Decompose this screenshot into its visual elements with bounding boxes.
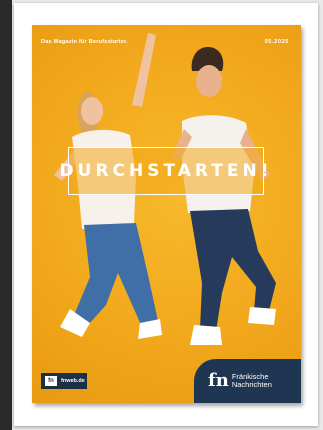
- man-figure: [172, 47, 276, 345]
- cover-tagline: Das Magazin für Berufsstarter.: [41, 39, 128, 45]
- issue-number: 05.2025: [264, 39, 289, 45]
- magazine-cover: Das Magazin für Berufsstarter. 05.2025 D…: [32, 25, 301, 403]
- cover-photo-jumping-people: [54, 33, 276, 345]
- fn-small-logo-icon: fn: [45, 376, 57, 386]
- left-dark-strip: [0, 0, 12, 430]
- cover-title: DURCHSTARTEN!: [59, 161, 273, 181]
- publisher-name: Fränkische Nachrichten: [232, 373, 272, 389]
- website-badge: fn fnweb.de: [41, 373, 87, 389]
- publisher-brand: fn Fränkische Nachrichten: [194, 359, 301, 403]
- website-url: fnweb.de: [61, 378, 85, 384]
- publisher-name-line2: Nachrichten: [231, 380, 272, 389]
- title-frame: DURCHSTARTEN!: [60, 147, 268, 195]
- fn-logo-icon: fn: [208, 370, 229, 391]
